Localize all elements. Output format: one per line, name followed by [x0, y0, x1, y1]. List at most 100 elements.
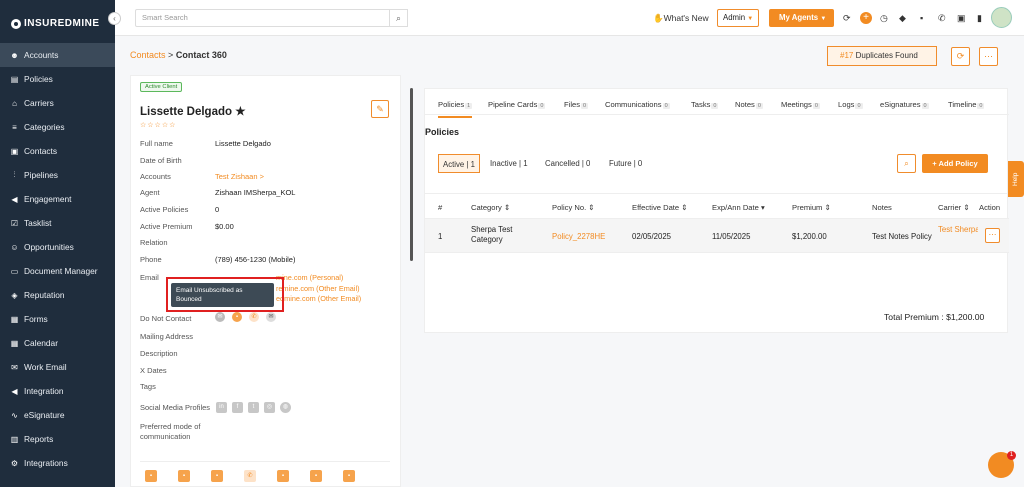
- document-icon[interactable]: ▪: [277, 470, 289, 482]
- field-value: Lissette Delgado: [215, 139, 271, 148]
- tab-communications[interactable]: Communications 0: [605, 100, 670, 109]
- clock-icon[interactable]: ◷: [880, 13, 888, 24]
- gear-icon: ⚙: [10, 458, 19, 468]
- email-icon[interactable]: ✉: [215, 312, 225, 322]
- sidebar-item-categories[interactable]: ≡ Categories: [0, 115, 115, 139]
- column-header[interactable]: Category ⇕: [471, 203, 510, 212]
- sidebar-item-label: Integrations: [24, 458, 68, 468]
- policy-number-link[interactable]: Policy_2278HE: [552, 232, 605, 241]
- column-header[interactable]: Premium ⇕: [792, 203, 831, 212]
- sidebar-item-label: eSignature: [24, 410, 65, 420]
- phone-icon[interactable]: ✆: [938, 13, 946, 24]
- search-button[interactable]: ⌕: [389, 9, 408, 27]
- sync-button[interactable]: ⟳: [951, 47, 970, 66]
- sidebar-item-accounts[interactable]: ☻ Accounts: [0, 43, 115, 67]
- mail-icon[interactable]: ✉: [266, 312, 276, 322]
- breadcrumb-current: Contact 360: [175, 50, 227, 60]
- my-agents-button[interactable]: My Agents ▼: [769, 9, 834, 27]
- email-personal-link[interactable]: mine.com (Personal): [276, 273, 343, 282]
- calendar-icon[interactable]: ▪: [211, 470, 223, 482]
- sidebar-item-work-email[interactable]: ✉ Work Email: [0, 355, 115, 379]
- add-icon[interactable]: +: [860, 12, 872, 24]
- sidebar-item-reputation[interactable]: ◈ Reputation: [0, 283, 115, 307]
- column-header[interactable]: Policy No. ⇕: [552, 203, 595, 212]
- filter-inactive[interactable]: Inactive | 1: [490, 154, 528, 173]
- breadcrumb-contacts-link[interactable]: Contacts: [130, 50, 166, 60]
- task-icon[interactable]: ▪: [310, 470, 322, 482]
- email-other-link[interactable]: remine.com (Other Email): [276, 284, 360, 293]
- sidebar-item-pipelines[interactable]: ⫶ Pipelines: [0, 163, 115, 187]
- tab-meetings[interactable]: Meetings 0: [781, 100, 820, 109]
- chat-icon[interactable]: ▪: [232, 312, 242, 322]
- column-header[interactable]: Exp/Ann Date ▾: [712, 203, 765, 212]
- sidebar-item-engagement[interactable]: ◀ Engagement: [0, 187, 115, 211]
- refresh-icon: ⟳: [956, 51, 965, 61]
- tab-esignatures[interactable]: eSignatures 0: [880, 100, 929, 109]
- star-icon[interactable]: ★: [235, 106, 245, 118]
- tab-tasks[interactable]: Tasks 0: [691, 100, 719, 109]
- row-actions-button[interactable]: ⋯: [985, 228, 1000, 243]
- sidebar-item-policies[interactable]: ▤ Policies: [0, 67, 115, 91]
- admin-dropdown[interactable]: Admin ▼: [717, 9, 759, 27]
- more-options-button[interactable]: ⋯: [979, 47, 998, 66]
- phone-icon[interactable]: ✆: [244, 470, 256, 482]
- tab-timeline[interactable]: Timeline 0: [948, 100, 985, 109]
- add-policy-button[interactable]: + Add Policy: [922, 154, 988, 173]
- phone-icon[interactable]: ✆: [249, 312, 259, 322]
- reputation-icon: ◈: [11, 290, 18, 300]
- linkedin-icon[interactable]: in: [216, 402, 227, 413]
- sidebar-item-opportunities[interactable]: ☺ Opportunities: [0, 235, 115, 259]
- sidebar-item-document-manager[interactable]: ▭ Document Manager: [0, 259, 115, 283]
- folder-icon: ▭: [10, 266, 19, 276]
- chat-icon[interactable]: ▪: [178, 470, 190, 482]
- chip-icon[interactable]: ▣: [957, 13, 966, 24]
- chat-launcher[interactable]: 1: [988, 451, 1016, 478]
- account-link[interactable]: Test Zishaan >: [215, 172, 264, 181]
- sidebar-item-carriers[interactable]: ⌂ Carriers: [0, 91, 115, 115]
- edit-contact-button[interactable]: ✎: [371, 100, 389, 118]
- filter-active[interactable]: Active | 1: [438, 154, 480, 173]
- tab-count: 0: [921, 103, 929, 109]
- sidebar-item-esignature[interactable]: ∿ eSignature: [0, 403, 115, 427]
- avatar[interactable]: [991, 7, 1012, 28]
- sidebar-item-contacts[interactable]: ▣ Contacts: [0, 139, 115, 163]
- sidebar-item-integration[interactable]: ◀ Integration: [0, 379, 115, 403]
- sidebar-item-tasklist[interactable]: ☑ Tasklist: [0, 211, 115, 235]
- rating-stars[interactable]: ☆☆☆☆☆: [140, 121, 176, 129]
- message-icon[interactable]: ▪: [920, 13, 923, 23]
- column-header[interactable]: Carrier ⇕: [938, 203, 970, 212]
- twitter-icon[interactable]: t: [248, 402, 259, 413]
- facebook-icon[interactable]: f: [232, 402, 243, 413]
- tab-logs[interactable]: Logs 0: [838, 100, 863, 109]
- smart-search-input[interactable]: Smart Search: [135, 9, 407, 27]
- tab-notes[interactable]: Notes 0: [735, 100, 763, 109]
- globe-icon[interactable]: ◍: [280, 402, 291, 413]
- tab-count: 1: [465, 103, 473, 109]
- tab-pipeline-cards[interactable]: Pipeline Cards 0: [488, 100, 546, 109]
- tab-files[interactable]: Files 0: [564, 100, 589, 109]
- people-icon: ☺: [10, 242, 19, 252]
- instagram-icon[interactable]: ◎: [264, 402, 275, 413]
- sidebar-item-forms[interactable]: ▦ Forms: [0, 307, 115, 331]
- search-policies-button[interactable]: ⌕: [897, 154, 916, 173]
- filter-future[interactable]: Future | 0: [609, 154, 642, 173]
- filter-cancelled[interactable]: Cancelled | 0: [545, 154, 590, 173]
- carrier-link[interactable]: Test Sherpa Carrier: [938, 225, 978, 235]
- help-tab[interactable]: Help: [1008, 161, 1024, 197]
- email-other-link[interactable]: edmine.com (Other Email): [276, 294, 361, 303]
- column-header[interactable]: Effective Date ⇕: [632, 203, 688, 212]
- action-icon[interactable]: ▪: [145, 470, 157, 482]
- whats-new-link[interactable]: ✋What's New: [653, 13, 709, 24]
- notification-icon[interactable]: ▮: [977, 13, 982, 24]
- collapse-sidebar-button[interactable]: ‹: [108, 12, 121, 25]
- duplicates-found-button[interactable]: #17 Duplicates Found: [827, 46, 937, 66]
- sidebar-item-calendar[interactable]: ▦ Calendar: [0, 331, 115, 355]
- sidebar-item-reports[interactable]: ▥ Reports: [0, 427, 115, 451]
- folder-icon[interactable]: ▪: [343, 470, 355, 482]
- panel-scrollbar[interactable]: [410, 88, 413, 261]
- sidebar-item-label: Categories: [24, 122, 65, 132]
- bell-icon[interactable]: ◆: [899, 13, 906, 24]
- sidebar-item-integrations[interactable]: ⚙ Integrations: [0, 451, 115, 475]
- refresh-icon[interactable]: ⟳: [843, 13, 851, 24]
- tab-policies[interactable]: Policies 1: [438, 100, 473, 118]
